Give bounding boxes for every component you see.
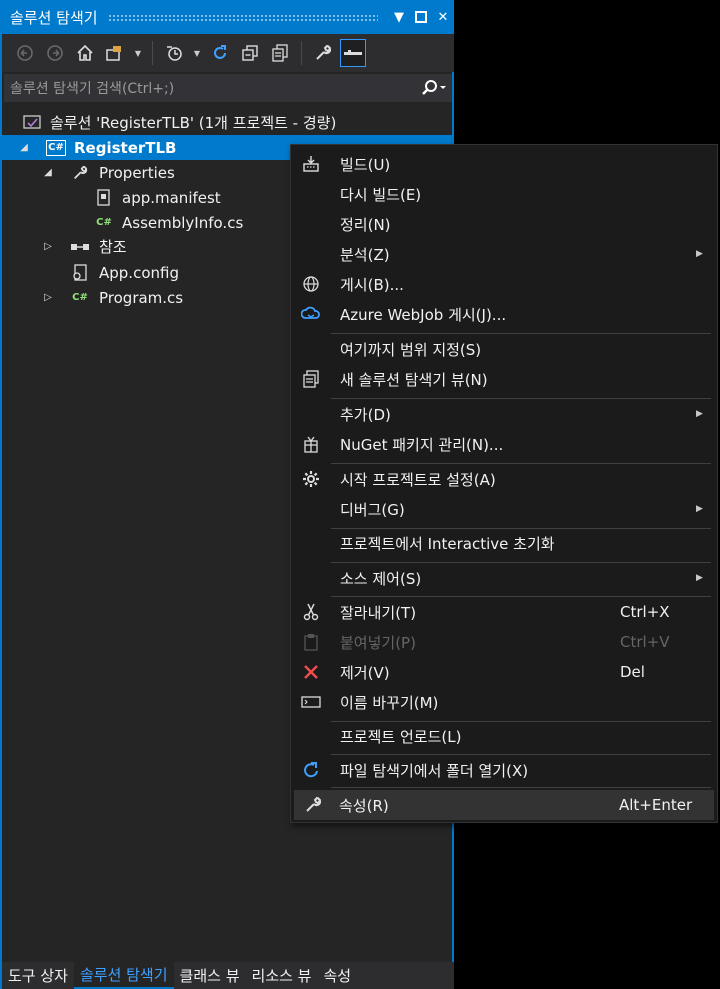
panel-title-bar[interactable]: 솔루션 탐색기 ▼ ✕ — [2, 0, 454, 34]
csharp-file-icon: C# — [72, 292, 88, 303]
menu-item-publish[interactable]: 게시(B)... — [292, 269, 716, 299]
open-folder-icon — [300, 759, 322, 781]
menu-item-properties[interactable]: 속성(R) Alt+Enter — [294, 790, 714, 820]
menu-item-paste[interactable]: 붙여넣기(P) Ctrl+V — [292, 627, 716, 657]
pending-changes-dropdown-icon[interactable]: ▼ — [191, 39, 203, 67]
drag-grip[interactable] — [107, 13, 378, 21]
tab-toolbox[interactable]: 도구 상자 — [2, 962, 74, 989]
collapsed-arrow-icon[interactable]: ▷ — [42, 292, 54, 304]
submenu-arrow-icon: ▶ — [696, 504, 703, 514]
menu-item-analyze[interactable]: 분석(Z) ▶ — [292, 239, 716, 269]
back-icon[interactable] — [12, 39, 38, 67]
remove-icon — [300, 661, 322, 683]
bottom-tab-strip: 도구 상자 솔루션 탐색기 클래스 뷰 리소스 뷰 속성 — [2, 962, 454, 989]
wrench-icon[interactable] — [310, 39, 336, 67]
menu-item-remove[interactable]: 제거(V) Del — [292, 657, 716, 687]
pending-changes-icon[interactable] — [161, 39, 187, 67]
switch-views-icon[interactable] — [102, 39, 128, 67]
menu-item-initialize-interactive[interactable]: 프로젝트에서 Interactive 초기화 — [292, 528, 716, 558]
menu-item-source-control[interactable]: 소스 제어(S) ▶ — [292, 563, 716, 593]
csharp-project-icon: C# — [46, 139, 66, 156]
switch-views-dropdown-icon[interactable]: ▼ — [132, 39, 144, 67]
wrench-icon — [70, 164, 90, 182]
tab-resource-view[interactable]: 리소스 뷰 — [246, 962, 318, 989]
close-icon[interactable]: ✕ — [432, 5, 454, 29]
menu-item-set-startup[interactable]: 시작 프로젝트로 설정(A) — [292, 464, 716, 494]
menu-item-scope-to-this[interactable]: 여기까지 범위 지정(S) — [292, 334, 716, 364]
submenu-arrow-icon: ▶ — [696, 249, 703, 259]
tab-class-view[interactable]: 클래스 뷰 — [174, 962, 246, 989]
submenu-arrow-icon: ▶ — [696, 573, 703, 583]
show-all-files-icon[interactable] — [267, 39, 293, 67]
menu-item-open-folder[interactable]: 파일 탐색기에서 폴더 열기(X) — [292, 755, 716, 785]
assemblyinfo-label: AssemblyInfo.cs — [122, 213, 244, 232]
shortcut-label: Ctrl+X — [620, 603, 670, 621]
references-icon — [70, 238, 90, 256]
menu-separator — [331, 787, 711, 788]
references-label: 참조 — [99, 238, 127, 256]
submenu-arrow-icon: ▶ — [696, 409, 703, 419]
search-icon[interactable] — [416, 79, 452, 97]
properties-label: Properties — [99, 163, 175, 182]
gear-icon — [300, 468, 322, 490]
tab-solution-explorer[interactable]: 솔루션 탐색기 — [73, 962, 174, 989]
search-placeholder: 솔루션 탐색기 검색(Ctrl+;) — [10, 81, 175, 97]
menu-item-rename[interactable]: 이름 바꾸기(M) — [292, 687, 716, 717]
sync-icon[interactable] — [207, 39, 233, 67]
menu-item-build[interactable]: 빌드(U) — [292, 149, 716, 179]
tree-item-solution[interactable]: 솔루션 'RegisterTLB' (1개 프로젝트 - 경량) — [2, 110, 454, 135]
tab-properties[interactable]: 속성 — [317, 962, 357, 989]
menu-item-manage-nuget[interactable]: NuGet 패키지 관리(N)... — [292, 429, 716, 459]
menu-item-add[interactable]: 추가(D) ▶ — [292, 399, 716, 429]
search-box[interactable]: 솔루션 탐색기 검색(Ctrl+;) — [4, 74, 452, 102]
menu-item-new-solution-explorer-view[interactable]: 새 솔루션 탐색기 뷰(N) — [292, 364, 716, 394]
azure-icon — [300, 303, 322, 325]
publish-icon — [300, 273, 322, 295]
new-view-icon — [300, 368, 322, 390]
menu-item-debug[interactable]: 디버그(G) ▶ — [292, 494, 716, 524]
build-icon — [300, 153, 322, 175]
wrench-icon — [302, 794, 324, 816]
menu-item-unload-project[interactable]: 프로젝트 언로드(L) — [292, 721, 716, 751]
nuget-icon — [300, 433, 322, 455]
expanded-arrow-icon[interactable]: ◢ — [42, 167, 54, 179]
panel-toolbar: ▼ ▼ — [2, 34, 454, 72]
shortcut-label: Ctrl+V — [620, 633, 670, 651]
preview-icon[interactable] — [340, 39, 366, 67]
paste-icon — [300, 631, 322, 653]
toolbar-separator — [301, 41, 302, 65]
forward-icon[interactable] — [42, 39, 68, 67]
solution-icon — [22, 114, 42, 132]
program-label: Program.cs — [99, 288, 184, 307]
project-label: RegisterTLB — [74, 138, 177, 157]
expanded-arrow-icon[interactable]: ◢ — [18, 142, 30, 154]
window-position-dropdown-icon[interactable]: ▼ — [388, 5, 410, 29]
menu-item-azure-webjob[interactable]: Azure WebJob 게시(J)... — [292, 299, 716, 329]
context-menu: 빌드(U) 다시 빌드(E) 정리(N) 분석(Z) ▶ 게시(B)... Az… — [290, 144, 718, 823]
manifest-file-icon — [94, 188, 114, 207]
shortcut-label: Alt+Enter — [619, 796, 693, 814]
menu-item-cut[interactable]: 잘라내기(T) Ctrl+X — [292, 597, 716, 627]
csharp-file-icon: C# — [96, 217, 112, 228]
menu-item-rebuild[interactable]: 다시 빌드(E) — [292, 179, 716, 209]
config-file-icon — [70, 263, 90, 282]
home-icon[interactable] — [72, 39, 98, 67]
collapsed-arrow-icon[interactable]: ▷ — [42, 241, 54, 253]
menu-item-clean[interactable]: 정리(N) — [292, 209, 716, 239]
toolbar-separator — [152, 41, 153, 65]
collapse-all-icon[interactable] — [237, 39, 263, 67]
panel-title: 솔루션 탐색기 — [10, 8, 98, 27]
shortcut-label: Del — [620, 663, 645, 681]
manifest-label: app.manifest — [122, 188, 221, 207]
rename-icon — [300, 691, 322, 713]
solution-label: 솔루션 'RegisterTLB' (1개 프로젝트 - 경량) — [50, 114, 337, 132]
maximize-icon[interactable] — [410, 5, 432, 29]
scissors-icon — [300, 601, 322, 623]
appconfig-label: App.config — [99, 263, 179, 282]
